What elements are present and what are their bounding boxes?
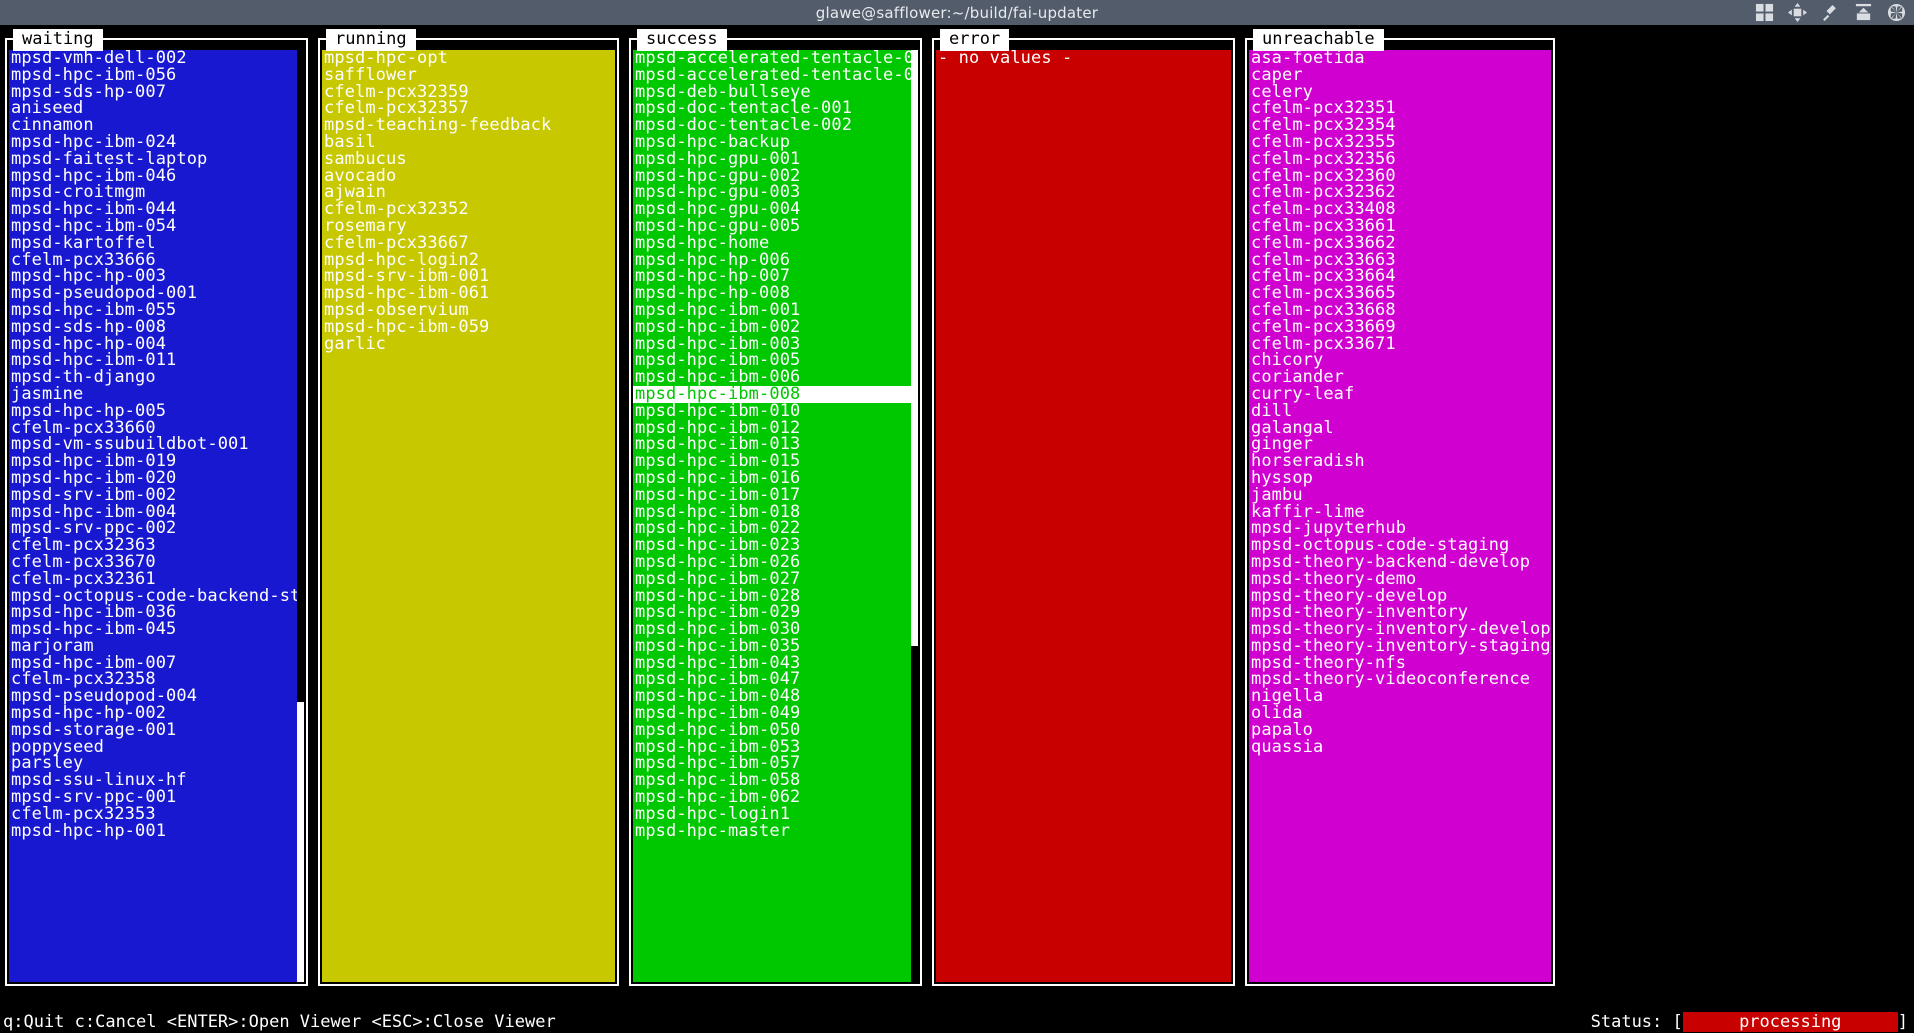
shade-window-icon[interactable] [1854, 3, 1873, 22]
status-pane-container: waiting mpsd-vmh-dell-002 mpsd-hpc-ibm-056… [0, 25, 1914, 1010]
window-titlebar: glawe@safflower:~/build/fai-updater [0, 0, 1914, 25]
list-item[interactable]: curry-leaf [1249, 386, 1551, 403]
window-controls [1755, 0, 1906, 25]
status-close-bracket: ] [1897, 1011, 1908, 1032]
list-item[interactable]: mpsd-hpc-hp-001 [9, 822, 304, 840]
pane-title-unreachable: unreachable [1253, 29, 1384, 51]
pane-unreachable[interactable]: unreachable asa-foetida caper celery cfelm-p… [1240, 29, 1560, 995]
pin-window-icon[interactable] [1821, 3, 1840, 22]
pane-waiting[interactable]: waiting mpsd-vmh-dell-002 mpsd-hpc-ibm-056… [0, 29, 313, 995]
host-list-waiting[interactable]: mpsd-vmh-dell-002 mpsd-hpc-ibm-056 mpsd-sd… [9, 50, 304, 982]
list-item[interactable]: mpsd-hpc-ibm-010 [633, 402, 918, 420]
host-list-running[interactable]: mpsd-hpc-opt safflower cfelm-pcx32359 cfelm… [322, 50, 615, 982]
host-list-error[interactable]: - no values - [936, 50, 1231, 982]
pane-success[interactable]: success mpsd-accelerated-tentacle-001 mpsd… [624, 29, 927, 995]
list-item[interactable]: jambu [1249, 486, 1551, 504]
pane-title-running: running [326, 29, 416, 51]
list-item[interactable]: mpsd-hpc-ibm-017 [633, 486, 918, 504]
pane-title-error: error [940, 29, 1010, 51]
pane-title-waiting: waiting [13, 29, 103, 51]
host-list-unreachable[interactable]: asa-foetida caper celery cfelm-pcx32351 cfel… [1249, 50, 1551, 982]
scrollbar-thumb[interactable] [911, 646, 918, 982]
pane-running[interactable]: running mpsd-hpc-opt safflower cfelm-pcx323… [313, 29, 624, 995]
pane-error[interactable]: error - no values - [927, 29, 1240, 995]
status-badge: processing [1682, 1011, 1898, 1032]
scrollbar-success[interactable] [911, 50, 918, 982]
list-item[interactable]: quassia [1249, 738, 1551, 756]
pane-body-waiting: mpsd-vmh-dell-002 mpsd-hpc-ibm-056 mpsd-sd… [9, 50, 304, 982]
pane-title-success: success [637, 29, 727, 51]
list-item[interactable]: mpsd-hpc-master [633, 822, 918, 840]
pane-body-running: mpsd-hpc-opt safflower cfelm-pcx32359 cfelm… [322, 50, 615, 982]
scrollbar-waiting[interactable] [297, 50, 304, 982]
list-item[interactable]: dill [1249, 402, 1551, 420]
window-title: glawe@safflower:~/build/fai-updater [815, 3, 1099, 22]
status-indicator: Status: [ processing ] [1590, 1011, 1914, 1032]
list-item[interactable]: - no values - [936, 50, 1231, 67]
list-item[interactable]: mpsd-hpc-ibm-027 [633, 570, 918, 588]
scrollbar-thumb[interactable] [297, 50, 304, 703]
close-window-icon[interactable] [1887, 3, 1906, 22]
host-list-success[interactable]: mpsd-accelerated-tentacle-001 mpsd-accele… [633, 50, 918, 982]
list-item[interactable]: cfelm-pcx32361 [9, 570, 304, 588]
list-item[interactable]: mpsd-hpc-hp-005 [9, 402, 304, 420]
list-item[interactable]: mpsd-theory-demo [1249, 570, 1551, 588]
list-item[interactable]: garlic [322, 335, 615, 353]
keybinding-hints: q:Quit c:Cancel <ENTER>:Open Viewer <ESC… [3, 1011, 556, 1032]
status-label: Status: [ [1590, 1011, 1683, 1032]
move-resize-icon[interactable] [1788, 3, 1807, 22]
list-item[interactable]: mpsd-srv-ibm-002 [9, 486, 304, 504]
tile-windows-icon[interactable] [1755, 3, 1774, 22]
pane-body-success: mpsd-accelerated-tentacle-001 mpsd-accele… [633, 50, 918, 982]
status-bar: q:Quit c:Cancel <ENTER>:Open Viewer <ESC… [0, 1010, 1914, 1033]
pane-body-unreachable: asa-foetida caper celery cfelm-pcx32351 cfel… [1249, 50, 1551, 982]
pane-body-error: - no values - [936, 50, 1231, 982]
